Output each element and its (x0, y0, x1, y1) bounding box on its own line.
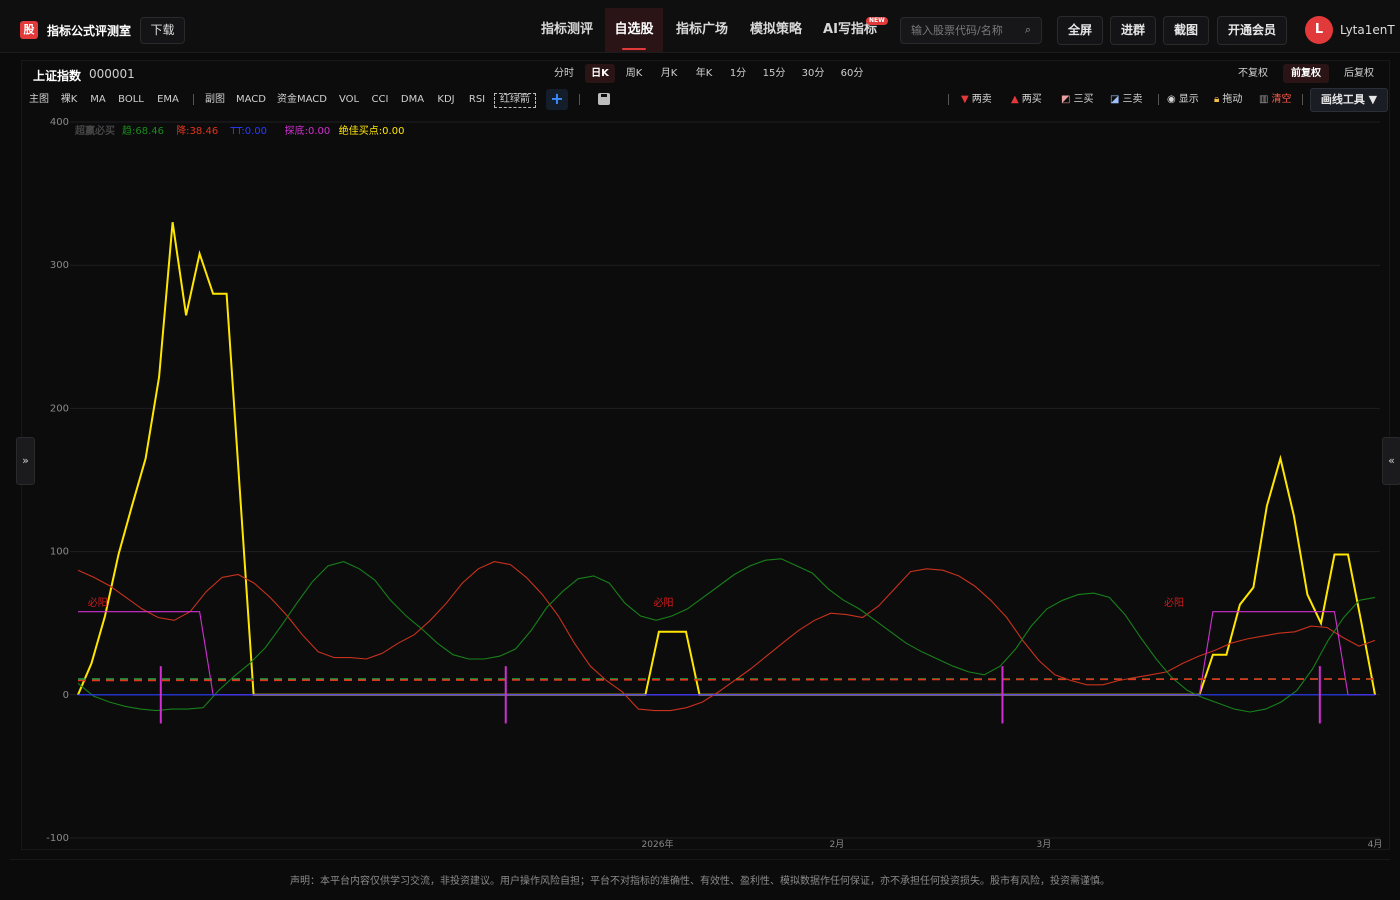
x-tick-label: 2月 (830, 839, 845, 850)
annotation-label: 必阳 (1164, 596, 1184, 609)
x-tick-label: 2026年 (642, 838, 674, 850)
y-tick-label: 200 (50, 403, 69, 414)
series-line (77, 558, 1376, 713)
chart-title: 超赢必买 (74, 124, 115, 137)
expand-right-toggle[interactable]: « (1382, 437, 1400, 485)
x-tick-label: 4月 (1368, 839, 1383, 850)
legend-entry: 绝佳买点:0.00 (339, 124, 405, 137)
disclaimer: 声明：本平台内容仅供学习交流，非投资建议。用户操作风险自担；平台不对指标的准确性… (290, 876, 1110, 887)
footer-divider (10, 859, 1390, 860)
legend-entry: 降:38.46 (176, 124, 218, 137)
series-line (77, 561, 1376, 712)
series-line (78, 611, 1375, 696)
expand-left-toggle[interactable]: » (16, 437, 35, 485)
series-line (77, 222, 1376, 696)
annotation-label: 必阳 (88, 596, 108, 609)
y-tick-label: 300 (50, 260, 69, 271)
indicator-chart[interactable]: 400 300 200 100 0 -100 2026年 2月 3月 4月 超赢必买 趋:68.46 降… (0, 0, 1400, 860)
annotation-label: 必阳 (654, 596, 674, 609)
series-line (77, 678, 1376, 682)
y-tick-label: -100 (46, 833, 69, 844)
legend-entry: 探底:0.00 (285, 124, 331, 137)
x-tick-label: 3月 (1036, 839, 1051, 850)
legend-entry: TT:0.00 (229, 126, 267, 137)
y-tick-label: 0 (63, 690, 69, 701)
y-tick-label: 100 (50, 547, 69, 558)
y-tick-label: 400 (50, 117, 69, 128)
legend-entry: 趋:68.46 (122, 124, 164, 137)
